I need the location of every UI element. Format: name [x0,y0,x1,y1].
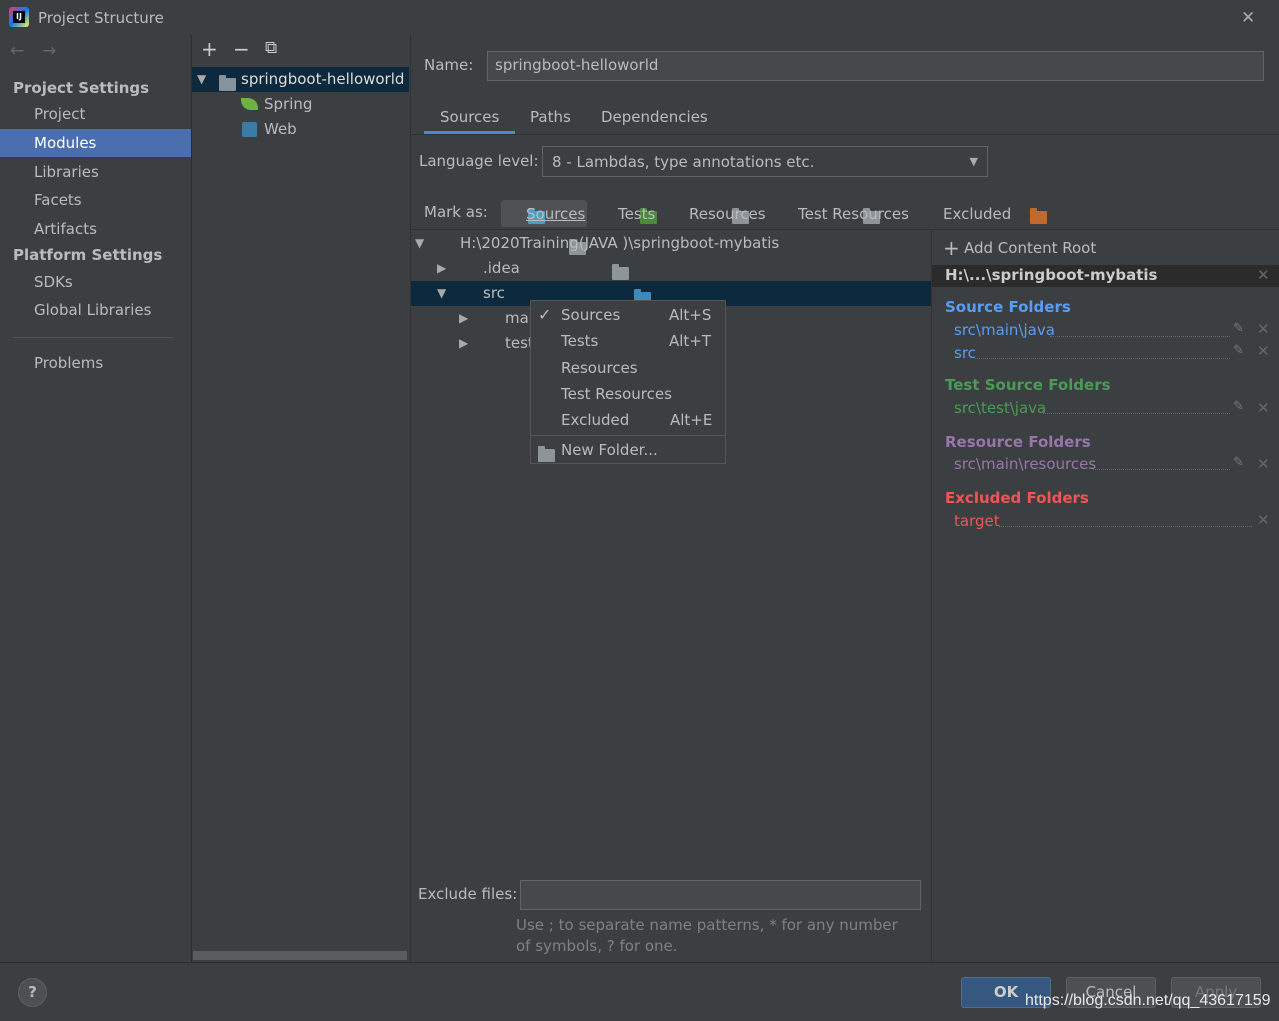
sidebar-item-modules[interactable]: Modules [34,134,96,152]
edit-icon[interactable]: ✎ [1233,455,1244,470]
content-root-path: H:\...\springboot-mybatis [945,266,1158,284]
language-level-value: 8 - Lambdas, type annotations etc. [552,153,815,171]
mark-as-label: Mark as: [424,203,488,221]
remove-icon[interactable]: ✕ [1257,455,1270,473]
tree-divider [411,229,1279,230]
resource-folders-title: Resource Folders [945,433,1091,451]
menu-shortcut: Alt+T [669,332,712,350]
tree-root[interactable]: H:\2020Training(JAVA )\springboot-mybati… [460,234,779,252]
forward-icon[interactable]: → [42,41,56,61]
menu-shortcut: Alt+E [670,411,713,429]
help-button[interactable]: ? [18,978,47,1007]
remove-icon[interactable]: ✕ [1257,342,1270,360]
edit-icon[interactable]: ✎ [1233,343,1244,358]
remove-icon[interactable]: ✕ [1257,320,1270,338]
name-field[interactable]: springboot-helloworld [487,51,1264,81]
new-folder-icon [538,446,555,462]
sidebar-item-sdks[interactable]: SDKs [34,273,73,291]
tree-item-main[interactable]: main [505,309,530,327]
divider [13,337,173,338]
project-settings-heading: Project Settings [13,79,150,97]
collapse-icon[interactable]: ▶ [437,261,446,275]
collapse-icon[interactable]: ▶ [459,311,468,325]
sidebar-item-artifacts[interactable]: Artifacts [34,220,97,238]
name-label: Name: [424,56,474,74]
tab-dependencies[interactable]: Dependencies [601,108,708,126]
web-icon [242,122,257,137]
menu-item-resources[interactable]: Resources [561,359,638,377]
sidebar-item-libraries[interactable]: Libraries [34,163,99,181]
module-child-web[interactable]: Web [264,120,297,138]
module-icon [219,75,236,91]
menu-item-test-resources[interactable]: Test Resources [561,385,672,403]
menu-item-new-folder[interactable]: New Folder... [561,441,658,459]
add-icon: + [943,236,960,260]
watermark: https://blog.csdn.net/qq_43617159 [1025,992,1271,1009]
tab-paths[interactable]: Paths [530,108,571,126]
expand-icon[interactable]: ▼ [415,236,424,250]
test-folders-title: Test Source Folders [945,376,1111,394]
sidebar-item-project[interactable]: Project [34,105,85,123]
expand-icon[interactable]: ▼ [197,72,206,86]
sidebar-item-global-libraries[interactable]: Global Libraries [34,301,151,319]
menu-item-sources[interactable]: Sources [561,306,620,324]
remove-root-icon[interactable]: ✕ [1257,266,1270,284]
close-icon[interactable]: ✕ [1241,8,1255,28]
platform-settings-heading: Platform Settings [13,246,163,264]
excluded-folder-icon [1029,208,1047,224]
tabs-divider [411,134,1279,135]
copy-module-button[interactable]: ⧉ [265,38,277,58]
language-level-label: Language level: [419,152,539,170]
context-menu: ✓ Sources Alt+S Tests Alt+T Resources Te… [530,300,726,464]
mark-resources-button[interactable]: Resources [689,205,766,223]
remove-module-button[interactable]: − [233,37,250,61]
source-folder-item: src\main\java [954,321,1055,339]
sidebar-item-problems[interactable]: Problems [34,354,103,372]
mark-excluded-button[interactable]: Excluded [943,205,1011,223]
footer-divider [0,962,1279,963]
test-folder-item: src\test\java [954,399,1047,417]
folder-icon [612,264,630,280]
mark-test-resources-button[interactable]: Test Resources [798,205,909,223]
mark-sources-button[interactable]: Sources [526,205,585,223]
tree-item-src[interactable]: src [483,284,505,302]
module-root[interactable]: springboot-helloworld [241,70,404,88]
excluded-folder-item: target [954,512,1000,530]
source-folders-title: Source Folders [945,298,1071,316]
checkmark-icon: ✓ [538,305,552,324]
mark-tests-button[interactable]: Tests [618,205,655,223]
collapse-icon[interactable]: ▶ [459,336,468,350]
menu-shortcut: Alt+S [669,306,712,324]
edit-icon[interactable]: ✎ [1233,399,1244,414]
edit-icon[interactable]: ✎ [1233,321,1244,336]
app-logo: IJ [9,7,29,27]
sidebar-item-facets[interactable]: Facets [34,191,82,209]
remove-icon[interactable]: ✕ [1257,399,1270,417]
back-icon[interactable]: ← [10,41,24,61]
add-module-button[interactable]: + [201,37,218,61]
tree-item-test[interactable]: test [505,334,530,352]
chevron-down-icon: ▼ [969,155,978,168]
menu-divider [531,435,725,436]
remove-icon[interactable]: ✕ [1257,511,1270,529]
window-title: Project Structure [38,9,164,27]
expand-icon[interactable]: ▼ [437,286,446,300]
source-folder-item: src [954,344,976,362]
excluded-folders-title: Excluded Folders [945,489,1089,507]
module-column [191,35,411,962]
tree-item-idea[interactable]: .idea [483,259,520,277]
menu-item-tests[interactable]: Tests [561,332,598,350]
exclude-hint: Use ; to separate name patterns, * for a… [516,916,898,955]
resource-folder-item: src\main\resources [954,455,1097,473]
exclude-files-label: Exclude files: [418,885,518,903]
add-content-root-button[interactable]: Add Content Root [964,239,1096,257]
menu-item-excluded[interactable]: Excluded [561,411,629,429]
exclude-files-input[interactable] [520,880,921,910]
horizontal-scrollbar[interactable] [193,951,407,960]
right-panel-border [931,230,932,962]
module-child-spring[interactable]: Spring [264,95,312,113]
tab-sources[interactable]: Sources [440,108,499,126]
language-level-select[interactable]: 8 - Lambdas, type annotations etc. ▼ [542,146,988,177]
